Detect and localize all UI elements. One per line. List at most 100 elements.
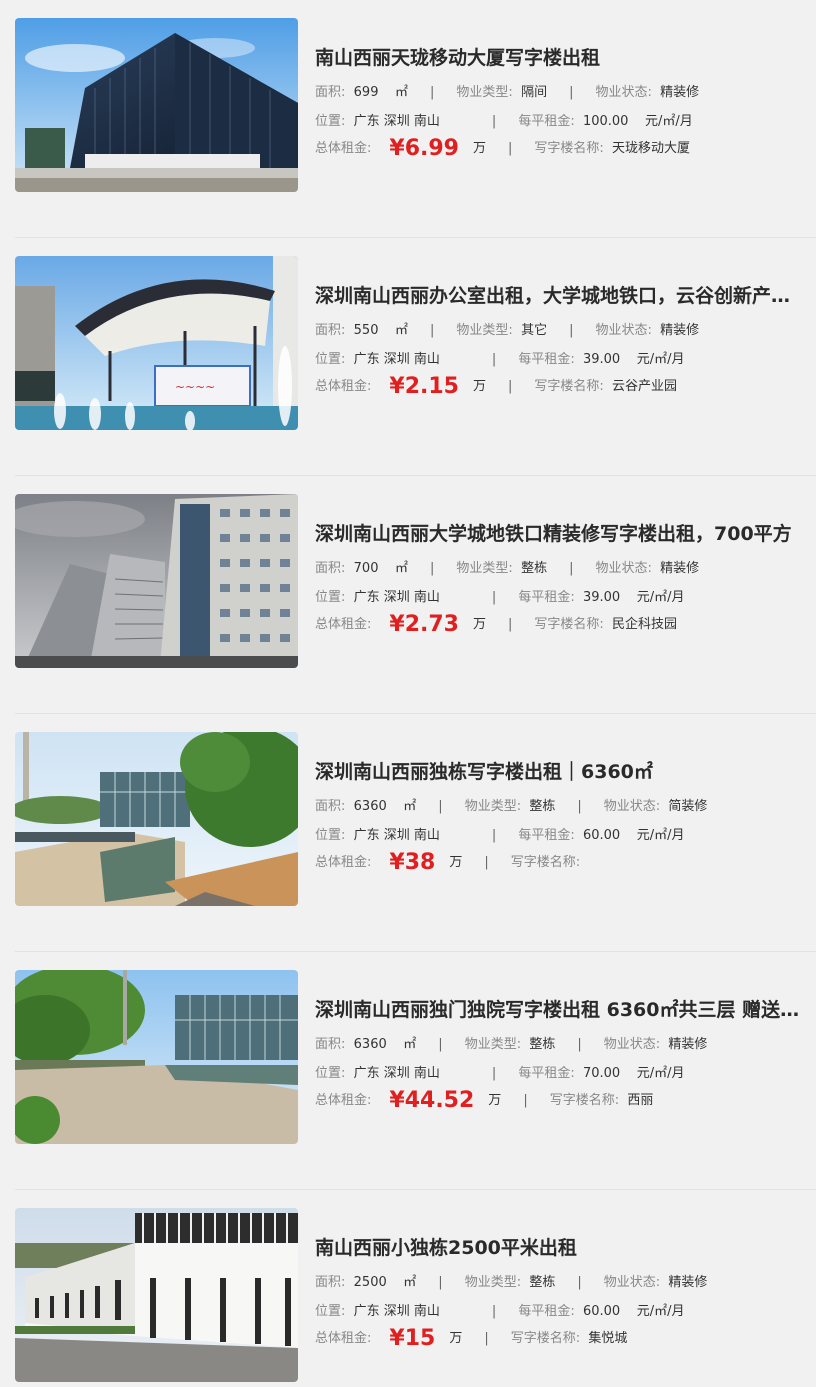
building-label: 写字楼名称:	[534, 379, 604, 394]
svg-text:~~~~: ~~~~	[175, 380, 215, 394]
separator: |	[577, 1275, 582, 1290]
separator: |	[484, 855, 489, 870]
listing-price-row: 总体租金: ¥2.15 万 | 写字楼名称: 云谷产业园	[315, 376, 678, 398]
listing-photo[interactable]: ~~~~	[15, 256, 298, 430]
status-value: 简装修	[668, 799, 708, 814]
listing-specs-row: 面积: 699 ㎡ | 物业类型: 隔间 | 物业状态: 精装修	[315, 84, 699, 102]
status-label: 物业状态:	[595, 323, 652, 338]
area-value: 6360	[353, 1037, 387, 1052]
separator: |	[508, 617, 513, 632]
location-label: 位置:	[315, 352, 346, 367]
listing-price-row: 总体租金: ¥6.99 万 | 写字楼名称: 天珑移动大厦	[315, 138, 690, 160]
unit-rent-value: 39.00	[582, 352, 621, 367]
status-label: 物业状态:	[603, 799, 661, 814]
unit-rent-label: 每平租金:	[518, 1304, 575, 1319]
unit-rent-value: 60.00	[582, 828, 621, 843]
location-label: 位置:	[315, 828, 346, 843]
listing-specs-row: 面积: 700 ㎡ | 物业类型: 整栋 | 物业状态: 精装修	[315, 560, 699, 578]
listing-photo[interactable]	[15, 18, 298, 192]
type-value: 整栋	[529, 1037, 556, 1052]
area-unit: ㎡	[395, 85, 409, 100]
building-value: 云谷产业园	[612, 379, 678, 394]
listing-card[interactable]: 南山西丽小独栋2500平米出租 面积: 2500 ㎡ | 物业类型: 整栋 | 物业状态…	[0, 1190, 816, 1387]
listing-photo[interactable]	[15, 494, 298, 668]
listing-location-row: 位置: 广东 深圳 南山 | 每平租金: 100.00 元/㎡/月	[315, 113, 693, 131]
area-unit: ㎡	[395, 323, 409, 338]
separator: |	[438, 1275, 443, 1290]
listing-card[interactable]: 南山西丽天珑移动大厦写字楼出租 面积: 699 ㎡ | 物业类型: 隔间 | 物业状态:…	[0, 0, 816, 238]
type-label: 物业类型:	[464, 1037, 522, 1052]
total-rent-label: 总体租金:	[315, 617, 372, 632]
type-value: 隔间	[521, 85, 548, 100]
type-value: 整栋	[521, 561, 548, 576]
building-label: 写字楼名称:	[534, 617, 604, 632]
unit-rent-unit: 元/㎡/月	[636, 352, 685, 367]
total-rent-unit: 万	[449, 1331, 463, 1346]
separator: |	[430, 323, 435, 338]
listing-price-row: 总体租金: ¥15 万 | 写字楼名称: 集悦城	[315, 1328, 627, 1350]
unit-rent-label: 每平租金:	[518, 590, 575, 605]
separator: |	[491, 352, 497, 367]
total-rent-value: ¥15	[389, 1326, 436, 1351]
listing-title[interactable]: 南山西丽小独栋2500平米出租	[315, 1234, 800, 1262]
listing-price-row: 总体租金: ¥44.52 万 | 写字楼名称: 西丽	[315, 1090, 654, 1112]
listing-title[interactable]: 深圳南山西丽办公室出租，大学城地铁口，云谷创新产业园	[315, 282, 800, 310]
listing-photo[interactable]	[15, 732, 298, 906]
listing-photo[interactable]	[15, 1208, 298, 1382]
total-rent-unit: 万	[472, 617, 486, 632]
area-unit: ㎡	[403, 1275, 417, 1290]
type-label: 物业类型:	[464, 799, 522, 814]
listing-location-row: 位置: 广东 深圳 南山 | 每平租金: 60.00 元/㎡/月	[315, 1303, 684, 1321]
total-rent-value: ¥2.15	[389, 374, 459, 399]
listing-location-row: 位置: 广东 深圳 南山 | 每平租金: 60.00 元/㎡/月	[315, 827, 684, 845]
separator: |	[491, 1066, 497, 1081]
total-rent-value: ¥2.73	[389, 612, 459, 637]
total-rent-label: 总体租金:	[315, 855, 372, 870]
listing-card[interactable]: 深圳南山西丽独门独院写字楼出租 6360㎡共三层 赠送花园 面积: 6360 ㎡…	[0, 952, 816, 1190]
area-unit: ㎡	[403, 1037, 417, 1052]
unit-rent-unit: 元/㎡/月	[645, 114, 693, 129]
status-label: 物业状态:	[595, 561, 652, 576]
listing-card[interactable]: 深圳南山西丽独栋写字楼出租｜6360㎡ 面积: 6360 ㎡ | 物业类型: 整栋 |…	[0, 714, 816, 952]
listing-card[interactable]: 深圳南山西丽大学城地铁口精装修写字楼出租，700平方 面积: 700 ㎡ | 物业类…	[0, 476, 816, 714]
area-label: 面积:	[315, 323, 346, 338]
separator: |	[491, 1304, 497, 1319]
listing-specs-row: 面积: 550 ㎡ | 物业类型: 其它 | 物业状态: 精装修	[315, 322, 699, 340]
type-value: 整栋	[529, 1275, 556, 1290]
unit-rent-unit: 元/㎡/月	[636, 590, 685, 605]
location-label: 位置:	[315, 590, 346, 605]
area-value: 6360	[353, 799, 387, 814]
listing-title[interactable]: 深圳南山西丽独栋写字楼出租｜6360㎡	[315, 758, 800, 786]
separator: |	[569, 561, 574, 576]
unit-rent-label: 每平租金:	[518, 828, 575, 843]
unit-rent-label: 每平租金:	[518, 114, 575, 129]
status-label: 物业状态:	[603, 1037, 661, 1052]
location-value: 广东 深圳 南山	[353, 352, 440, 367]
type-label: 物业类型:	[456, 85, 513, 100]
building-label: 写字楼名称:	[510, 1331, 581, 1346]
separator: |	[491, 828, 497, 843]
separator: |	[523, 1093, 528, 1108]
building-value: 民企科技园	[612, 617, 678, 632]
listing-location-row: 位置: 广东 深圳 南山 | 每平租金: 39.00 元/㎡/月	[315, 589, 684, 607]
location-value: 广东 深圳 南山	[353, 1066, 440, 1081]
listing-title[interactable]: 深圳南山西丽独门独院写字楼出租 6360㎡共三层 赠送花园	[315, 996, 800, 1024]
listing-title[interactable]: 深圳南山西丽大学城地铁口精装修写字楼出租，700平方	[315, 520, 800, 548]
area-label: 面积:	[315, 85, 346, 100]
unit-rent-value: 70.00	[582, 1066, 621, 1081]
total-rent-label: 总体租金:	[315, 379, 372, 394]
building-value: 西丽	[627, 1093, 654, 1108]
area-value: 699	[353, 85, 379, 100]
listing-price-row: 总体租金: ¥2.73 万 | 写字楼名称: 民企科技园	[315, 614, 678, 636]
listing-location-row: 位置: 广东 深圳 南山 | 每平租金: 39.00 元/㎡/月	[315, 351, 684, 369]
status-value: 精装修	[660, 561, 700, 576]
location-value: 广东 深圳 南山	[353, 828, 440, 843]
listing-price-row: 总体租金: ¥38 万 | 写字楼名称:	[315, 852, 588, 874]
location-label: 位置:	[315, 1066, 346, 1081]
listing-card[interactable]: ~~~~ 深圳南山西丽办公室出租，大学城地铁口，云谷创新产业园 面积: 550 …	[0, 238, 816, 476]
listing-photo[interactable]	[15, 970, 298, 1144]
area-value: 700	[353, 561, 379, 576]
status-value: 精装修	[668, 1275, 708, 1290]
unit-rent-value: 39.00	[582, 590, 621, 605]
listing-title[interactable]: 南山西丽天珑移动大厦写字楼出租	[315, 44, 800, 72]
